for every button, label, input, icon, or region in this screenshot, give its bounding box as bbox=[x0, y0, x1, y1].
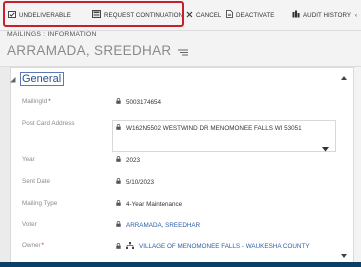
highlight-box bbox=[3, 1, 184, 27]
record-menu-icon[interactable] bbox=[178, 44, 189, 59]
mailing-id-label-text: MailingId bbox=[22, 98, 48, 105]
more-commands-label: ‹ bbox=[355, 11, 358, 19]
cancel-label: CANCEL bbox=[196, 11, 222, 19]
required-asterisk: * bbox=[48, 98, 51, 105]
owner-link[interactable]: VILLAGE OF MENOMONEE FALLS - WAUKESHA CO… bbox=[139, 243, 310, 250]
more-commands-button[interactable]: ‹ bbox=[355, 8, 357, 22]
mailing-type-label: Mailing Type bbox=[22, 200, 58, 207]
voter-value: ARRAMADA, SREEDHAR bbox=[116, 221, 200, 229]
breadcrumb: MAILINGS : INFORMATION bbox=[7, 31, 97, 38]
scroll-down-icon[interactable] bbox=[341, 254, 347, 258]
voter-label: Voter bbox=[22, 221, 37, 228]
section-header[interactable]: General bbox=[10, 70, 65, 88]
lock-icon bbox=[116, 98, 121, 106]
organization-icon bbox=[126, 242, 134, 251]
lock-icon bbox=[116, 221, 121, 229]
post-card-address-value: W162N5502 WESTWIND DR MENOMONEE FALLS WI… bbox=[116, 124, 302, 132]
record-title-row: ARRAMADA, SREEDHAR bbox=[7, 42, 189, 59]
sent-date-value: 5/10/2023 bbox=[116, 178, 154, 186]
year-text: 2023 bbox=[126, 156, 141, 164]
sent-date-label: Sent Date bbox=[22, 178, 51, 185]
collapse-icon[interactable] bbox=[10, 70, 16, 88]
lock-icon bbox=[116, 200, 121, 208]
owner-value: VILLAGE OF MENOMONEE FALLS - WAUKESHA CO… bbox=[116, 242, 310, 251]
address-scroll-down-icon[interactable] bbox=[322, 139, 329, 157]
lock-icon bbox=[116, 178, 121, 186]
audit-history-icon bbox=[292, 10, 300, 20]
year-label: Year bbox=[22, 156, 35, 163]
lock-icon bbox=[116, 242, 121, 251]
frame-bottom-edge bbox=[0, 262, 361, 267]
scroll-up-icon[interactable] bbox=[341, 76, 347, 80]
deactivate-button[interactable]: DEACTIVATE bbox=[226, 8, 274, 22]
post-card-address-text: W162N5502 WESTWIND DR MENOMONEE FALLS WI… bbox=[126, 124, 302, 132]
mailing-type-text: 4-Year Maintenance bbox=[126, 200, 183, 208]
post-card-address-label: Post Card Address bbox=[22, 120, 75, 127]
mailing-id-value: 5003174654 bbox=[116, 98, 161, 106]
mailing-record-screen: UNDELIVERABLE REQUEST CONTINUATION CANCE… bbox=[0, 0, 361, 267]
owner-label: Owner* bbox=[22, 242, 44, 249]
general-section-card bbox=[10, 67, 354, 267]
section-title: General bbox=[20, 72, 65, 86]
required-asterisk: * bbox=[41, 242, 44, 249]
lock-icon bbox=[116, 124, 121, 132]
voter-link[interactable]: ARRAMADA, SREEDHAR bbox=[126, 222, 200, 229]
lock-icon bbox=[116, 156, 121, 164]
deactivate-label: DEACTIVATE bbox=[236, 11, 275, 19]
cancel-button[interactable]: CANCEL bbox=[186, 8, 221, 22]
owner-label-text: Owner bbox=[22, 242, 41, 249]
mailing-id-text: 5003174654 bbox=[126, 98, 162, 106]
sent-date-text: 5/10/2023 bbox=[126, 178, 155, 186]
audit-history-label: AUDIT HISTORY bbox=[303, 11, 352, 19]
page-title: ARRAMADA, SREEDHAR bbox=[7, 43, 172, 58]
left-gutter bbox=[0, 67, 10, 267]
year-value: 2023 bbox=[116, 156, 140, 164]
close-icon bbox=[186, 11, 193, 20]
document-icon bbox=[226, 10, 233, 20]
mailing-type-value: 4-Year Maintenance bbox=[116, 200, 182, 208]
audit-history-button[interactable]: AUDIT HISTORY bbox=[292, 8, 351, 22]
mailing-id-label: MailingId* bbox=[22, 98, 51, 105]
